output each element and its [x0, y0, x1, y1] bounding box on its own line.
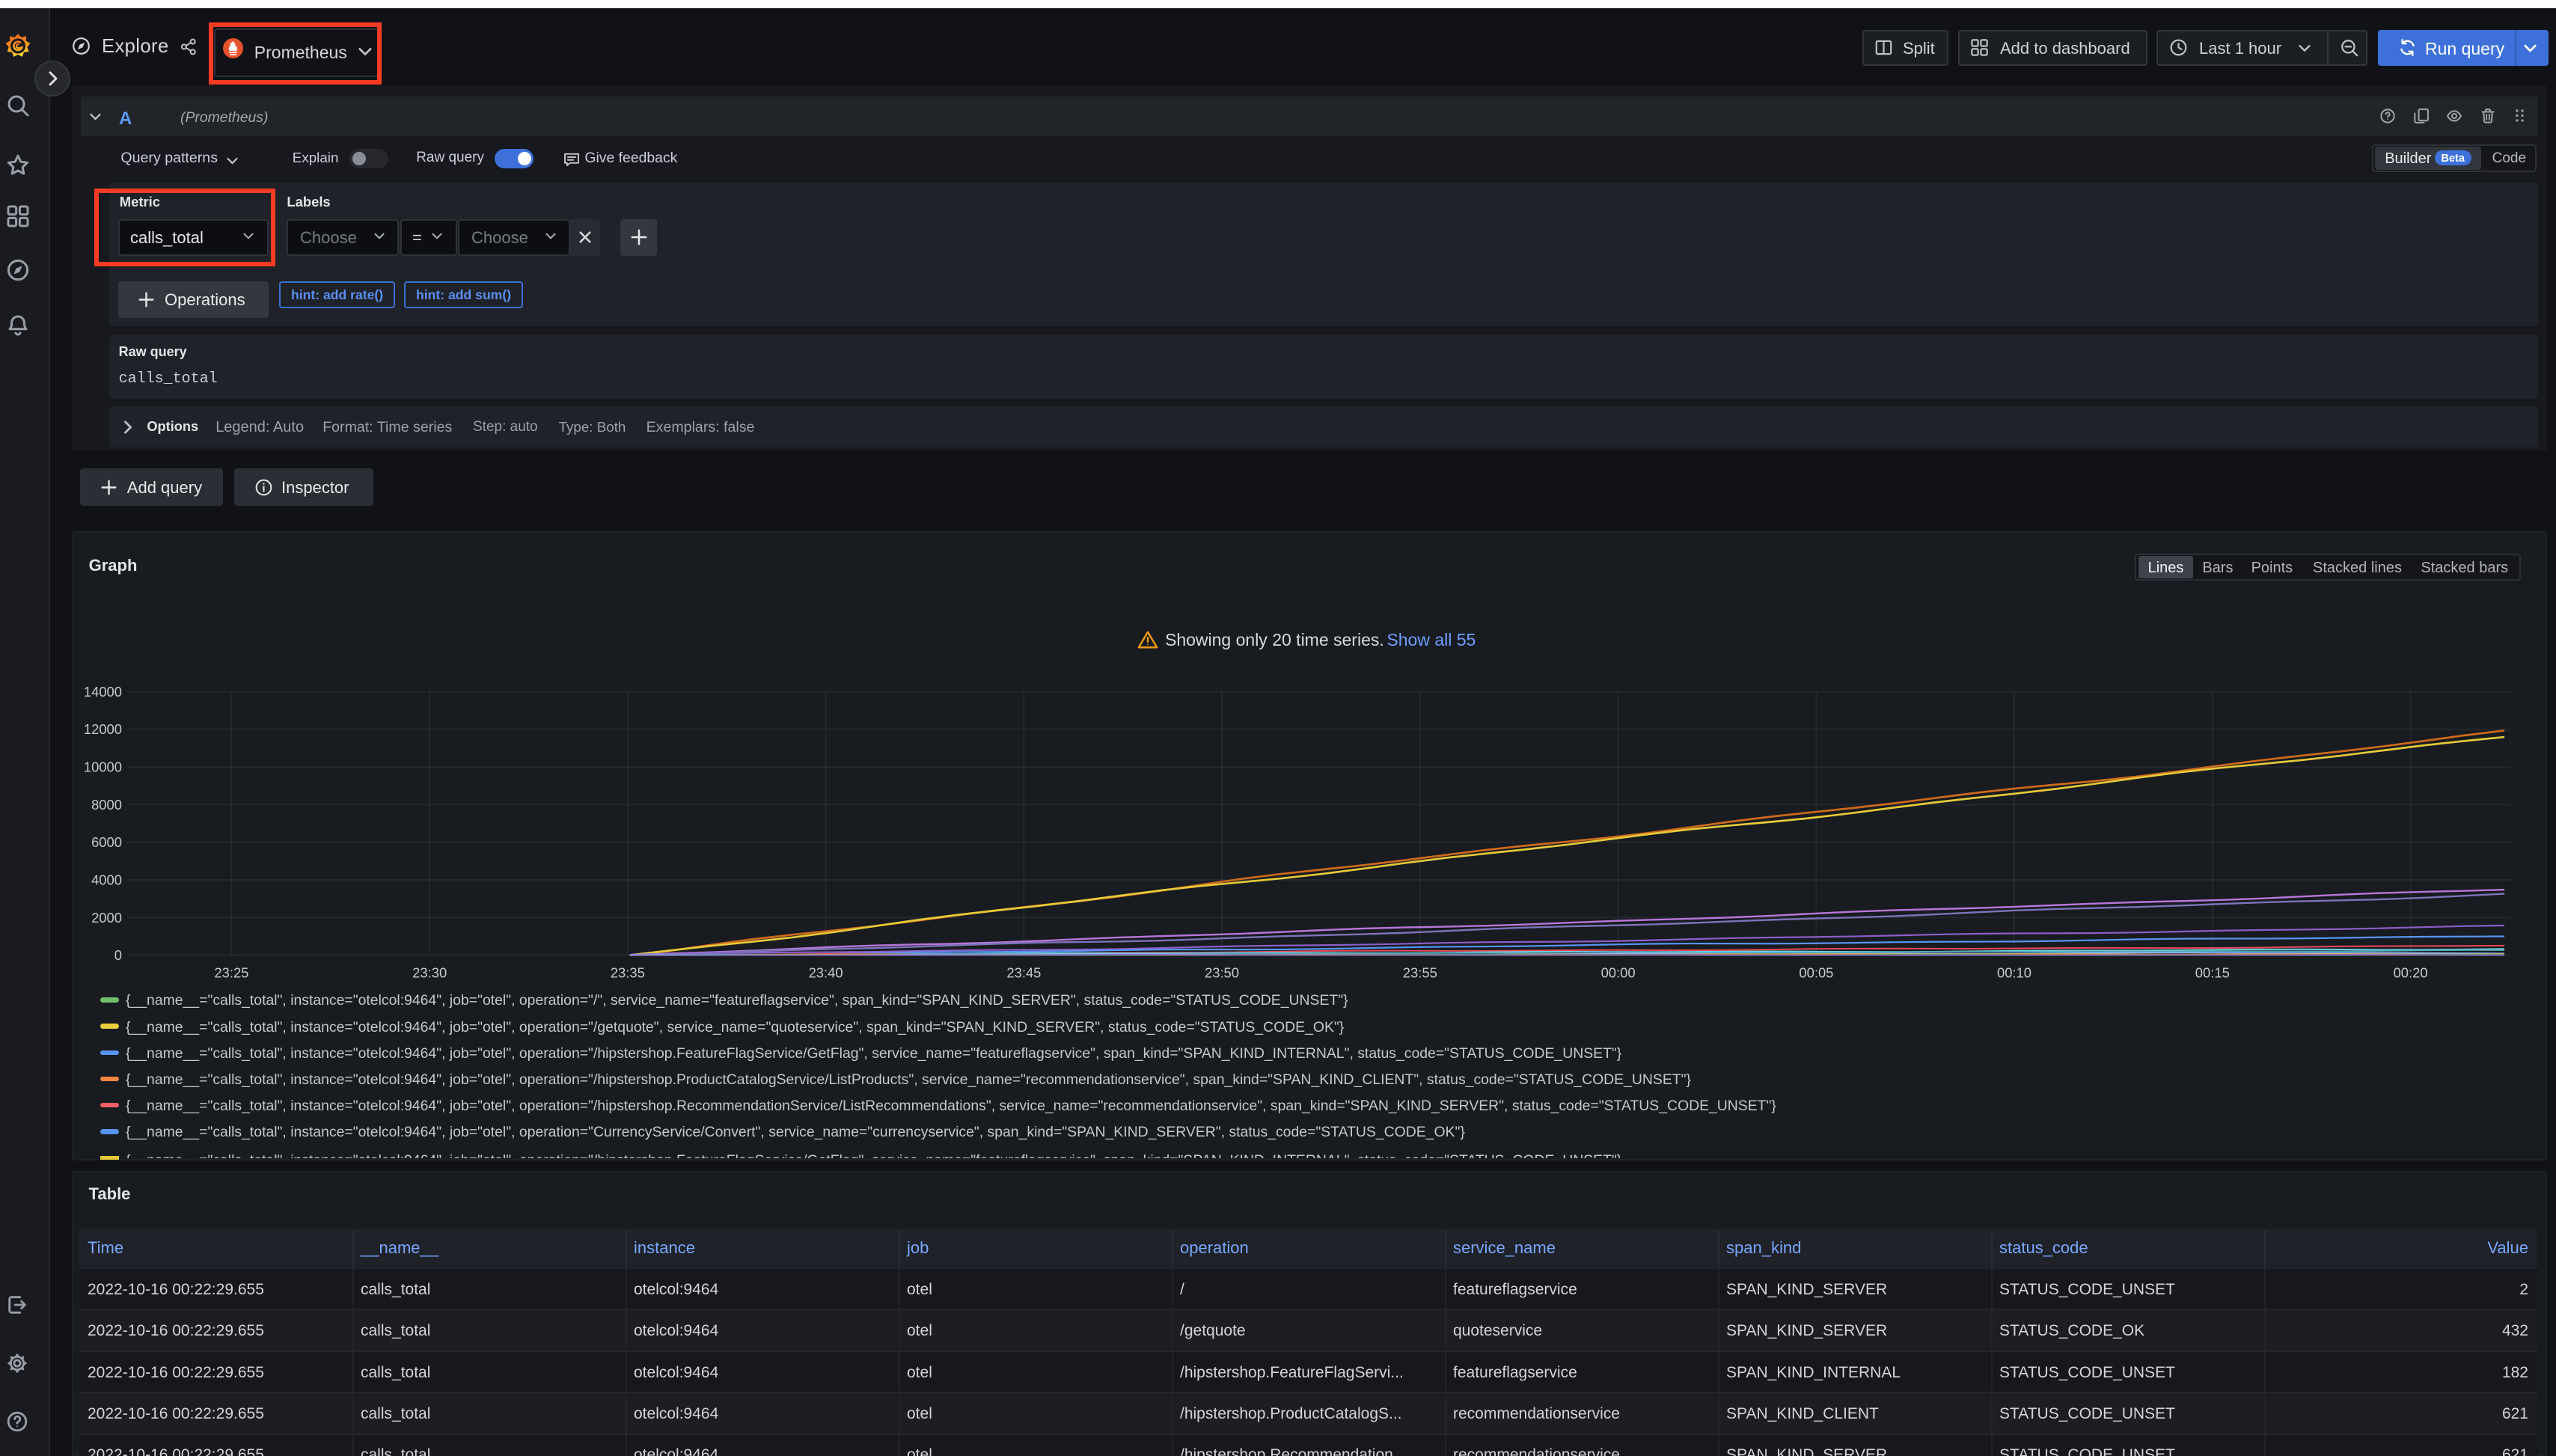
svg-text:23:35: 23:35: [611, 965, 645, 981]
svg-text:4000: 4000: [91, 872, 122, 887]
svg-text:00:00: 00:00: [1601, 965, 1636, 981]
svg-text:6000: 6000: [91, 834, 122, 850]
svg-text:23:45: 23:45: [1006, 965, 1041, 981]
svg-text:00:10: 00:10: [1997, 965, 2031, 981]
svg-text:23:50: 23:50: [1205, 965, 1239, 981]
svg-text:12000: 12000: [84, 721, 122, 737]
svg-text:0: 0: [114, 947, 122, 963]
svg-text:10000: 10000: [84, 759, 122, 775]
svg-text:00:20: 00:20: [2394, 965, 2428, 981]
svg-text:23:55: 23:55: [1403, 965, 1437, 981]
svg-text:23:25: 23:25: [214, 965, 248, 981]
svg-text:8000: 8000: [91, 797, 122, 813]
svg-text:00:15: 00:15: [2195, 965, 2230, 981]
svg-text:14000: 14000: [84, 684, 122, 700]
svg-text:00:05: 00:05: [1799, 965, 1833, 981]
svg-text:23:40: 23:40: [809, 965, 843, 981]
svg-text:23:30: 23:30: [412, 965, 447, 981]
svg-text:2000: 2000: [91, 910, 122, 926]
